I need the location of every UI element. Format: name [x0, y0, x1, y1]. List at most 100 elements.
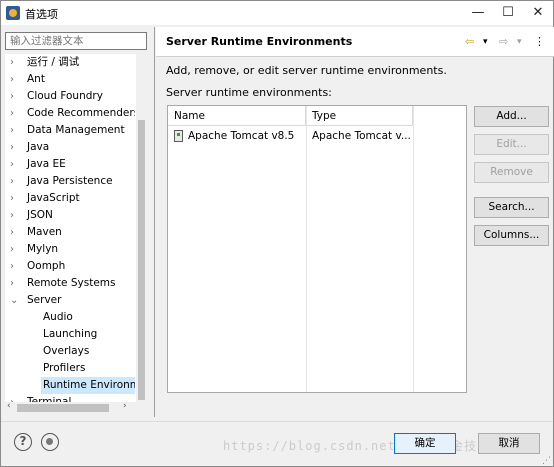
- column-header-name[interactable]: Name: [168, 106, 306, 126]
- tree-item-code-recommenders[interactable]: › Code Recommenders: [5, 105, 135, 122]
- tree-item-runtime-environments[interactable]: Runtime Environm: [5, 377, 135, 394]
- search-button[interactable]: Search...: [474, 197, 549, 218]
- expand-arrow-icon[interactable]: ›: [10, 88, 20, 105]
- tree-item-maven[interactable]: › Maven: [5, 224, 135, 241]
- tree-item-label: Oomph: [27, 260, 66, 272]
- columns-button[interactable]: Columns...: [474, 225, 549, 246]
- resize-grip-icon[interactable]: ⋰: [542, 456, 551, 466]
- forward-menu-chevron-icon[interactable]: ▾: [517, 37, 522, 47]
- tree-item-run-debug[interactable]: › 运行 / 调试: [5, 54, 135, 71]
- tree-item-label: Code Recommenders: [27, 107, 135, 119]
- tree-vertical-scrollbar[interactable]: [136, 54, 147, 402]
- add-button[interactable]: Add...: [474, 106, 549, 127]
- expand-arrow-icon[interactable]: ›: [10, 258, 20, 275]
- expand-arrow-icon[interactable]: ›: [10, 54, 20, 71]
- tree-item-label: Profilers: [43, 362, 86, 374]
- tree-item-cloud-foundry[interactable]: › Cloud Foundry: [5, 88, 135, 105]
- expand-arrow-icon[interactable]: ›: [10, 105, 20, 122]
- column-divider: [413, 106, 414, 392]
- pane-divider[interactable]: [154, 27, 155, 417]
- tree-item-label: JavaScript: [27, 192, 80, 204]
- edit-button[interactable]: Edit...: [474, 134, 549, 155]
- filter-input[interactable]: [5, 32, 147, 50]
- tree-item-label: JSON: [27, 209, 53, 221]
- scroll-left-arrow-icon[interactable]: ‹: [7, 401, 11, 411]
- tree-item-label: Data Management: [27, 124, 125, 136]
- preferences-tree: › 运行 / 调试 › Ant › Cloud Foundry › Code Recom…: [5, 54, 147, 402]
- tree-item-label: Remote Systems: [27, 277, 116, 289]
- view-menu-icon[interactable]: ⋮: [534, 35, 545, 48]
- expand-arrow-icon[interactable]: ›: [10, 275, 20, 292]
- remove-button[interactable]: Remove: [474, 162, 549, 183]
- expand-arrow-icon[interactable]: ›: [10, 224, 20, 241]
- expand-arrow-icon[interactable]: ›: [10, 207, 20, 224]
- title-bar: 首选项 — ☐ ✕: [1, 1, 553, 25]
- forward-arrow-icon[interactable]: ⇨: [499, 35, 508, 48]
- tree-item-remote-systems[interactable]: › Remote Systems: [5, 275, 135, 292]
- tree-item-mylyn[interactable]: › Mylyn: [5, 241, 135, 258]
- tree-item-overlays[interactable]: Overlays: [5, 343, 135, 360]
- tree-item-label: Mylyn: [27, 243, 59, 255]
- tree-item-profilers[interactable]: Profilers: [5, 360, 135, 377]
- maximize-button[interactable]: ☐: [493, 1, 523, 25]
- tree-item-terminal[interactable]: › Terminal: [5, 394, 135, 402]
- expand-arrow-icon[interactable]: ›: [10, 139, 20, 156]
- tree-item-java[interactable]: › Java: [5, 139, 135, 156]
- minimize-button[interactable]: —: [463, 1, 493, 25]
- page-header: Server Runtime Environments ⇦ ▾ ⇨ ▾ ⋮: [156, 27, 554, 57]
- server-runtime-icon: [174, 130, 183, 142]
- tree-item-label: Terminal: [27, 396, 72, 402]
- footer-divider: [1, 421, 553, 422]
- tree-item-label: Maven: [27, 226, 62, 238]
- tree-item-label: Java EE: [27, 158, 66, 170]
- back-menu-chevron-icon[interactable]: ▾: [483, 37, 488, 47]
- column-divider: [306, 106, 307, 392]
- page-title: Server Runtime Environments: [166, 35, 353, 48]
- close-button[interactable]: ✕: [523, 1, 553, 25]
- back-arrow-icon[interactable]: ⇦: [465, 35, 474, 48]
- expand-arrow-icon[interactable]: ›: [10, 394, 20, 402]
- tree-item-label: Cloud Foundry: [27, 90, 103, 102]
- tree-item-label: Java Persistence: [27, 175, 113, 187]
- tree-item-java-ee[interactable]: › Java EE: [5, 156, 135, 173]
- tree-item-javascript[interactable]: › JavaScript: [5, 190, 135, 207]
- scroll-right-arrow-icon[interactable]: ›: [123, 401, 127, 411]
- tree-item-server[interactable]: ⌄ Server: [5, 292, 135, 309]
- tree-item-label: Ant: [27, 73, 45, 85]
- tree-item-label: 运行 / 调试: [27, 56, 80, 68]
- cancel-button[interactable]: 取消: [478, 433, 540, 454]
- expand-arrow-icon[interactable]: ›: [10, 156, 20, 173]
- app-icon: [6, 6, 20, 20]
- tree-item-label: Java: [27, 141, 50, 153]
- import-export-preferences-icon[interactable]: [41, 433, 59, 451]
- expand-arrow-icon[interactable]: ›: [10, 71, 20, 88]
- expand-arrow-icon[interactable]: ›: [10, 122, 20, 139]
- runtimes-list-label: Server runtime environments:: [166, 86, 332, 99]
- tree-item-label: Launching: [43, 328, 98, 340]
- tree-item-java-persistence[interactable]: › Java Persistence: [5, 173, 135, 190]
- collapse-arrow-icon[interactable]: ⌄: [10, 292, 20, 309]
- preferences-window: 首选项 — ☐ ✕ › 运行 / 调试 › Ant › Cloud Foundry ›…: [0, 0, 554, 467]
- expand-arrow-icon[interactable]: ›: [10, 241, 20, 258]
- scrollbar-thumb[interactable]: [17, 404, 109, 412]
- tree-item-label: Audio: [43, 311, 73, 323]
- tree-item-launching[interactable]: Launching: [5, 326, 135, 343]
- ok-button[interactable]: 确定: [394, 433, 456, 454]
- watermark-text: https://blog.csdn.net/@稀土掘金技术社区: [223, 439, 517, 453]
- expand-arrow-icon[interactable]: ›: [10, 173, 20, 190]
- tree-item-oomph[interactable]: › Oomph: [5, 258, 135, 275]
- table-row[interactable]: Apache Tomcat v8.5: [168, 127, 306, 145]
- scrollbar-thumb[interactable]: [138, 120, 145, 400]
- column-header-type[interactable]: Type: [306, 106, 413, 126]
- runtimes-table: Name Type Apache Tomcat v8.5 Apache Tomc…: [167, 105, 467, 393]
- help-icon[interactable]: ?: [14, 433, 32, 451]
- tree-item-label: Runtime Environm: [41, 377, 135, 394]
- tree-item-audio[interactable]: Audio: [5, 309, 135, 326]
- tree-item-ant[interactable]: › Ant: [5, 71, 135, 88]
- tree-item-data-management[interactable]: › Data Management: [5, 122, 135, 139]
- expand-arrow-icon[interactable]: ›: [10, 190, 20, 207]
- tree-horizontal-scrollbar[interactable]: ‹ ›: [5, 401, 147, 414]
- runtime-name: Apache Tomcat v8.5: [188, 130, 295, 142]
- tree-item-json[interactable]: › JSON: [5, 207, 135, 224]
- window-title: 首选项: [25, 8, 58, 21]
